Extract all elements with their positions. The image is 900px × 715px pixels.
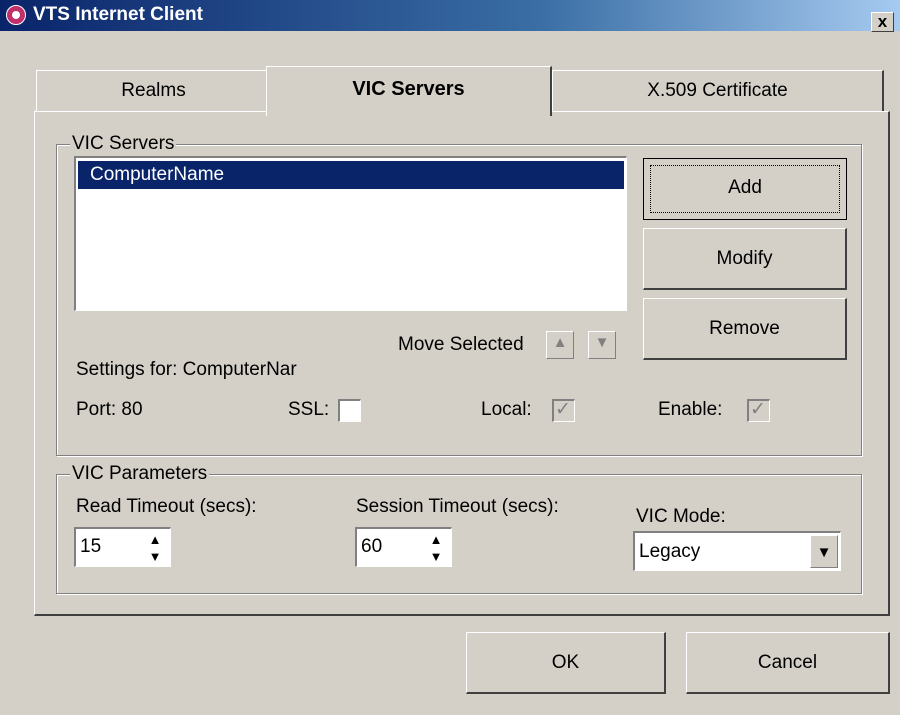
read-timeout-value[interactable]: 15 bbox=[80, 536, 101, 558]
cancel-button[interactable]: Cancel bbox=[686, 632, 890, 694]
window-title: VTS Internet Client bbox=[33, 4, 203, 25]
vic-servers-legend: VIC Servers bbox=[70, 133, 177, 155]
focus-indicator bbox=[650, 165, 840, 213]
arrow-down-icon: ▼ bbox=[594, 334, 610, 351]
session-timeout-value[interactable]: 60 bbox=[361, 536, 382, 558]
add-button[interactable]: Add bbox=[643, 158, 847, 220]
check-icon: ✓ bbox=[555, 399, 571, 420]
ssl-checkbox[interactable] bbox=[338, 399, 361, 422]
read-timeout-label: Read Timeout (secs): bbox=[76, 496, 257, 517]
move-selected-label: Move Selected bbox=[398, 334, 524, 355]
read-timeout-spinner[interactable]: 15 ▲ ▼ bbox=[74, 527, 171, 567]
list-item[interactable]: ComputerName bbox=[78, 161, 624, 189]
vic-mode-value[interactable]: Legacy bbox=[639, 541, 700, 563]
port-label: Port: 80 bbox=[76, 399, 143, 420]
arrow-up-icon: ▲ bbox=[552, 334, 568, 351]
vic-parameters-legend: VIC Parameters bbox=[70, 463, 210, 485]
check-icon: ✓ bbox=[750, 399, 766, 420]
move-up-button[interactable]: ▲ bbox=[546, 331, 574, 359]
app-icon bbox=[6, 5, 26, 25]
spin-buttons[interactable]: ▲ ▼ bbox=[424, 532, 448, 565]
spin-up-icon[interactable]: ▲ bbox=[143, 532, 167, 548]
server-list[interactable]: ComputerName bbox=[74, 156, 627, 311]
ok-button[interactable]: OK bbox=[466, 632, 666, 694]
local-checkbox: ✓ bbox=[552, 399, 575, 422]
remove-button[interactable]: Remove bbox=[643, 298, 847, 360]
enable-label: Enable: bbox=[658, 399, 723, 420]
ssl-label: SSL: bbox=[288, 399, 330, 420]
spin-buttons[interactable]: ▲ ▼ bbox=[143, 532, 167, 565]
move-down-button[interactable]: ▼ bbox=[588, 331, 616, 359]
tab-x509-certificate[interactable]: X.509 Certificate bbox=[552, 70, 884, 112]
tab-realms[interactable]: Realms bbox=[36, 70, 272, 112]
enable-checkbox: ✓ bbox=[747, 399, 770, 422]
modify-button[interactable]: Modify bbox=[643, 228, 847, 290]
spin-up-icon[interactable]: ▲ bbox=[424, 532, 448, 548]
session-timeout-spinner[interactable]: 60 ▲ ▼ bbox=[355, 527, 452, 567]
tab-vic-servers[interactable]: VIC Servers bbox=[266, 66, 552, 116]
spin-down-icon[interactable]: ▼ bbox=[143, 549, 167, 565]
settings-for-label: Settings for: ComputerNar bbox=[76, 359, 297, 380]
spin-down-icon[interactable]: ▼ bbox=[424, 549, 448, 565]
vic-mode-select[interactable]: Legacy ▼ bbox=[633, 531, 841, 571]
vic-mode-label: VIC Mode: bbox=[636, 506, 726, 527]
local-label: Local: bbox=[481, 399, 532, 420]
chevron-down-icon[interactable]: ▼ bbox=[810, 535, 838, 568]
close-button[interactable]: x bbox=[871, 12, 894, 32]
session-timeout-label: Session Timeout (secs): bbox=[356, 496, 559, 517]
